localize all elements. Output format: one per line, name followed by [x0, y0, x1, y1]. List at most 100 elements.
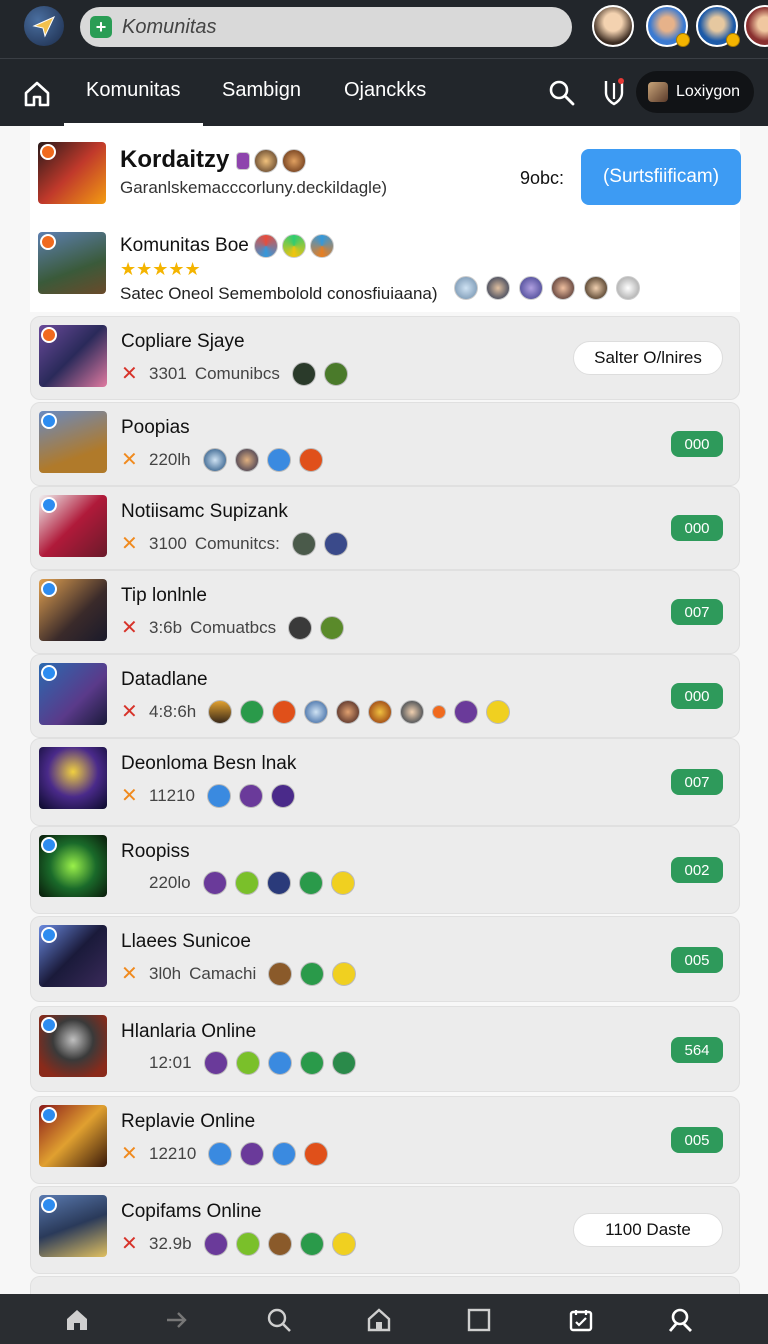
shield-icon[interactable]: [602, 77, 626, 107]
avatar: [368, 699, 393, 724]
member-count: 3301: [149, 363, 187, 383]
community-thumbnail: [39, 325, 107, 387]
x-icon: ✕: [121, 963, 138, 985]
upgrade-icon: [300, 961, 325, 986]
header-subtitle: Garanlskemacccorluny.deckildagle): [120, 178, 388, 197]
avatar: [518, 276, 543, 300]
status-badge: 000: [671, 515, 723, 541]
avatar[interactable]: [696, 5, 740, 47]
list-item[interactable]: Tip lonlnle ✕ 3:6b Comuatbcs 007: [30, 570, 740, 654]
emblem-icon: [254, 234, 279, 258]
bottom-nav: [0, 1294, 768, 1344]
feather-icon: [267, 1051, 292, 1075]
list-item[interactable]: Replavie Online ✕ 12210 005: [30, 1096, 740, 1184]
list-item[interactable]: Copifams Online ✕ 32.9b 1100 Daste: [30, 1186, 740, 1274]
game-icon: [323, 531, 348, 556]
list-item[interactable]: Datadlane ✕ 4:8:6h 000: [30, 654, 740, 738]
home-icon[interactable]: [22, 79, 52, 109]
leaf-icon: [235, 1231, 260, 1256]
emblem-icon: [282, 234, 307, 258]
dragon-icon: [240, 1141, 265, 1166]
tab-komunitas[interactable]: Komunitas: [64, 79, 202, 127]
tab-ojanckks[interactable]: Ojanckks: [344, 79, 426, 127]
member-count: 4:8:6h: [149, 701, 197, 721]
list-item[interactable]: Notiisamc Supizank ✕ 3100 Comunitcs: 000: [30, 486, 740, 570]
avatar[interactable]: [744, 5, 768, 47]
leaf-icon: [234, 871, 259, 895]
list-item[interactable]: Llaees Sunicoe ✕ 3l0h Camachi 005: [30, 916, 740, 1002]
join-button[interactable]: 1100 Daste: [573, 1213, 723, 1247]
avatar: [551, 276, 576, 300]
game-icon: [291, 531, 316, 556]
status-badge: 005: [671, 1127, 723, 1153]
community-meta: ✕ 3:6b Comuatbcs: [121, 615, 352, 640]
bolt-icon: [271, 783, 296, 808]
subscribe-button[interactable]: (Surtsfiificam): [581, 149, 741, 205]
tab-sambign[interactable]: Sambign: [222, 79, 301, 127]
badge-icon: [41, 1107, 57, 1123]
badge-icon: [41, 1017, 57, 1033]
list-item[interactable]: Poopias ✕ 220lh 000: [30, 402, 740, 486]
avatar[interactable]: [592, 5, 634, 47]
avatar: [616, 276, 641, 300]
app-logo-icon[interactable]: [24, 6, 64, 46]
member-count: 32.9b: [149, 1233, 192, 1253]
avatar: [454, 276, 478, 300]
search-icon[interactable]: [548, 79, 576, 107]
list-item[interactable]: [30, 1276, 740, 1294]
plus-icon[interactable]: +: [90, 16, 112, 38]
community-name: Roopiss: [121, 841, 190, 862]
square-icon[interactable]: [466, 1307, 492, 1333]
avatar[interactable]: [646, 5, 690, 47]
member-label: Comunitcs:: [194, 533, 280, 553]
community-thumbnail: [39, 747, 107, 809]
community-thumbnail[interactable]: [38, 142, 106, 204]
x-icon: ✕: [121, 1143, 138, 1165]
community-thumbnail[interactable]: [38, 232, 106, 294]
member-label: Comunibcs: [194, 363, 280, 383]
tree-icon: [320, 615, 345, 640]
member-count: 3:6b: [149, 617, 183, 637]
list-item[interactable]: Deonloma Besn lnak ✕ 11210 007: [30, 738, 740, 826]
community-name: Deonloma Besn lnak: [121, 753, 297, 774]
badge-icon: [41, 497, 57, 513]
community-meta: 220lo: [121, 871, 363, 895]
emblem-icon: [310, 234, 335, 258]
gem-icon: [203, 1051, 228, 1075]
coin-icon: [726, 33, 740, 47]
coin-icon: [331, 1231, 356, 1256]
list-item[interactable]: Roopiss 220lo 002: [30, 826, 740, 914]
account-button[interactable]: Loxiygon: [636, 71, 754, 113]
avatar: [648, 82, 668, 102]
avatar: [304, 699, 329, 724]
community-thumbnail: [39, 1105, 107, 1167]
home-icon[interactable]: [64, 1307, 90, 1333]
tasks-icon[interactable]: [568, 1307, 594, 1333]
search-bar[interactable]: + Komunitas: [80, 7, 572, 47]
house-icon[interactable]: [366, 1307, 392, 1333]
community-meta: 12:01: [121, 1051, 364, 1075]
gem-icon: [454, 699, 479, 724]
list-item[interactable]: Hlanlaria Online 12:01 564: [30, 1006, 740, 1092]
avatar: [202, 447, 227, 472]
community-meta: ✕ 3l0h Camachi: [121, 961, 364, 986]
status-badge: 005: [671, 947, 723, 973]
game-icon: [323, 361, 348, 386]
join-button[interactable]: Salter O/lnires: [573, 341, 723, 375]
community-name: Hlanlaria Online: [121, 1021, 257, 1042]
arrow-right-icon[interactable]: [164, 1307, 190, 1333]
list-item[interactable]: Copliare Sjaye ✕ 3301 Comunibcs Salter O…: [30, 316, 740, 400]
avatar: [336, 699, 361, 724]
page-title: Kordaitzy: [120, 146, 310, 174]
community-name: Datadlane: [121, 669, 208, 690]
coin-icon: [332, 961, 357, 986]
profile-search-icon[interactable]: [668, 1307, 694, 1333]
x-icon: ✕: [121, 363, 138, 385]
search-input[interactable]: Komunitas: [122, 16, 217, 39]
status-badge: 564: [671, 1037, 723, 1063]
community-thumbnail: [39, 1015, 107, 1077]
status-badge: 000: [671, 683, 723, 709]
x-icon: ✕: [121, 1233, 138, 1255]
game-icon: [208, 699, 233, 724]
search-icon[interactable]: [266, 1307, 292, 1333]
